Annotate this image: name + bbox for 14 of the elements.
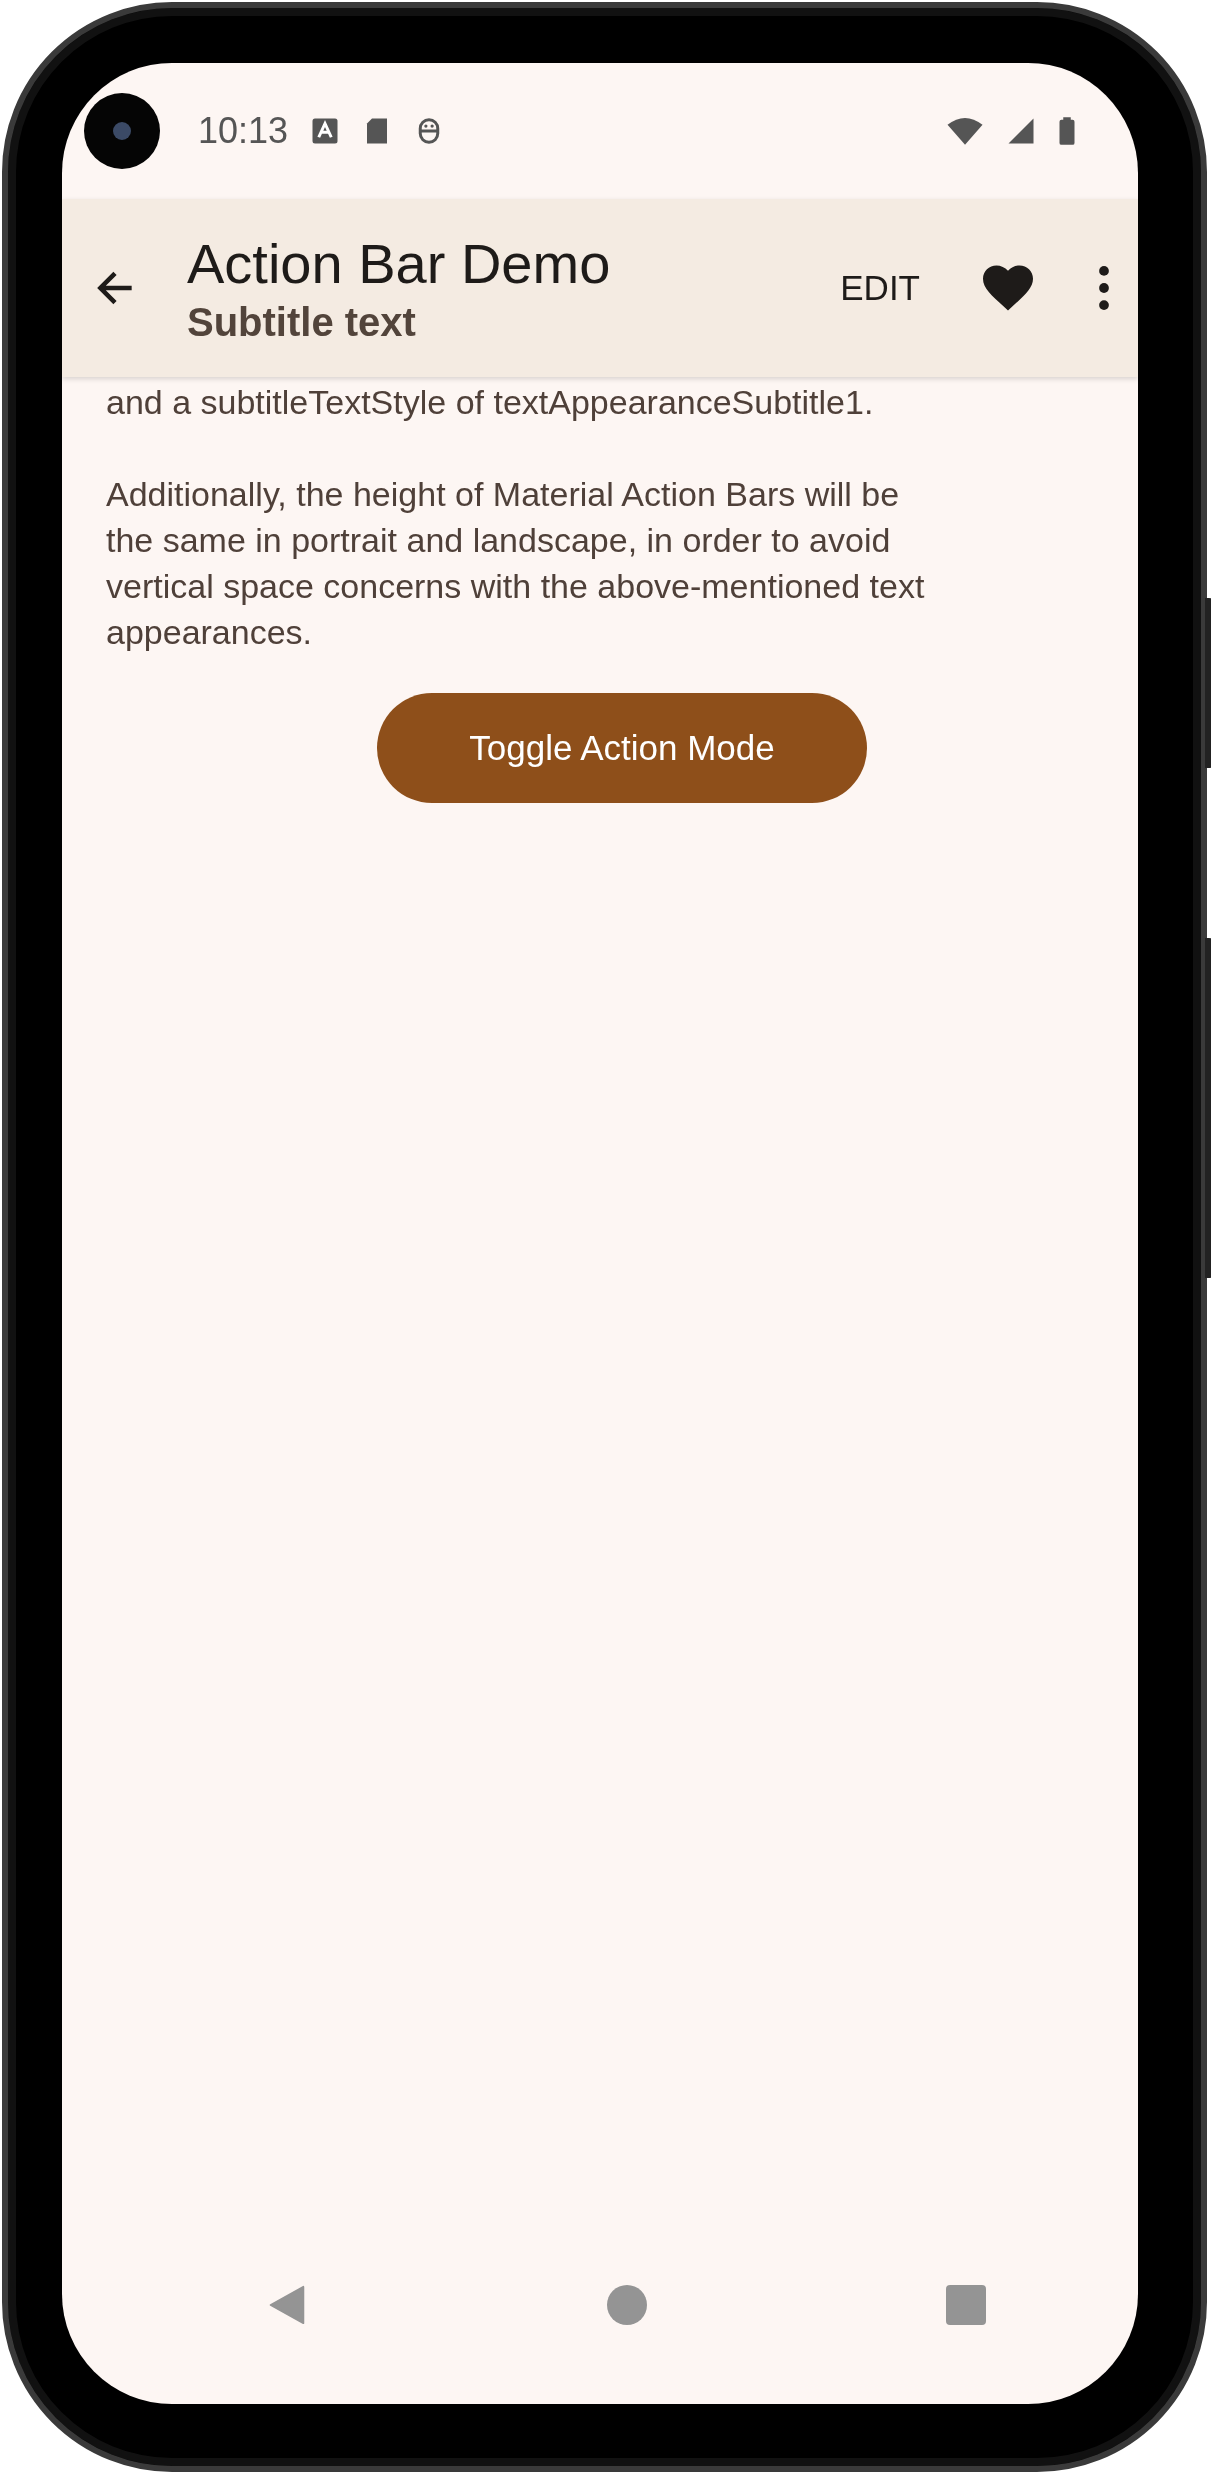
home-icon[interactable] bbox=[606, 2285, 647, 2325]
back-icon[interactable] bbox=[267, 2285, 307, 2325]
wifi-icon bbox=[946, 116, 984, 146]
battery-icon bbox=[1058, 116, 1076, 146]
status-time: 10:13 bbox=[198, 110, 289, 152]
edit-action[interactable]: EDIT bbox=[830, 258, 930, 318]
action-bar-title: Action Bar Demo bbox=[187, 231, 612, 298]
body-paragraph: and a subtitleTextStyle of textAppearanceSubtitle1. bbox=[106, 382, 875, 423]
action-bar-subtitle: Subtitle text bbox=[187, 298, 417, 346]
toggle-action-mode-button[interactable]: Toggle Action Mode bbox=[377, 693, 867, 803]
body-paragraph: Additionally, the height of Material Action Bars will be the same in portrait and landscape, in order to avoid vertical space concerns with the above-mentioned text appearances. bbox=[106, 474, 926, 653]
font-icon bbox=[310, 116, 341, 146]
signal-icon bbox=[1006, 116, 1036, 146]
more-options-icon[interactable] bbox=[1098, 266, 1110, 310]
